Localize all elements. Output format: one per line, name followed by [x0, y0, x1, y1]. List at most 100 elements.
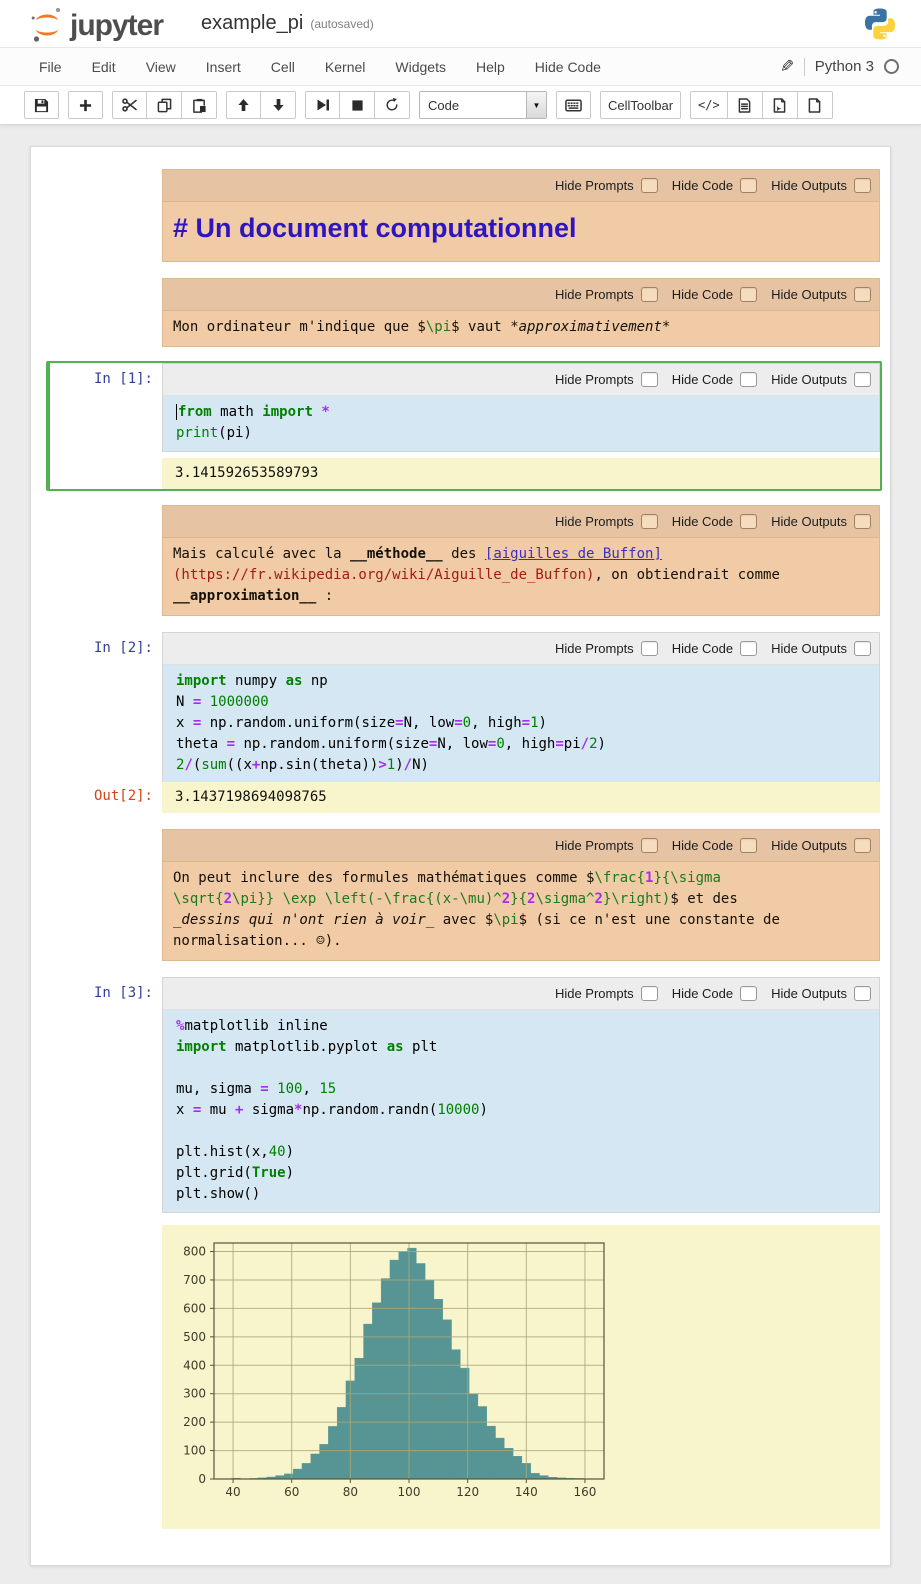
- markdown-source[interactable]: # Un document computationnel: [163, 202, 879, 261]
- copy-cell-button[interactable]: [147, 91, 182, 119]
- keyboard-icon: [565, 99, 582, 112]
- hide-prompts-label: Hide Prompts: [555, 641, 634, 656]
- interrupt-kernel-button[interactable]: [340, 91, 375, 119]
- autosave-status: (autosaved): [310, 17, 373, 31]
- notebook-title[interactable]: example_pi: [201, 12, 303, 35]
- export-pdf-button[interactable]: [763, 91, 798, 119]
- hide-outputs-checkbox[interactable]: [854, 838, 871, 853]
- prompt-empty: [50, 829, 162, 961]
- hide-prompts-checkbox[interactable]: [641, 514, 658, 529]
- new-document-button[interactable]: [798, 91, 833, 119]
- prompt-empty: [50, 169, 162, 262]
- hide-outputs-checkbox[interactable]: [854, 514, 871, 529]
- hide-prompts-checkbox[interactable]: [641, 838, 658, 853]
- code-editor[interactable]: %matplotlib inlineimport matplotlib.pypl…: [163, 1010, 879, 1212]
- hide-outputs-checkbox[interactable]: [854, 178, 871, 193]
- markdown-cell-heading[interactable]: Hide Prompts Hide Code Hide Outputs # Un…: [46, 167, 882, 264]
- output-row-3: 0100200300400500600700800406080100120140…: [46, 1223, 882, 1531]
- hide-prompts-checkbox[interactable]: [641, 641, 658, 656]
- hide-outputs-checkbox[interactable]: [854, 641, 871, 656]
- menu-view[interactable]: View: [131, 50, 191, 84]
- hide-code-checkbox[interactable]: [740, 287, 757, 302]
- markdown-source[interactable]: On peut inclure des formules mathématiqu…: [163, 862, 879, 960]
- jupyter-logo-icon: [30, 5, 64, 43]
- document-blank-icon: [808, 98, 821, 113]
- menu-kernel[interactable]: Kernel: [310, 50, 380, 84]
- cell-toolbar: Hide Prompts Hide Code Hide Outputs: [163, 279, 879, 311]
- hide-code-checkbox[interactable]: [740, 986, 757, 1001]
- menu-help[interactable]: Help: [461, 50, 520, 84]
- svg-text:60: 60: [284, 1485, 299, 1499]
- cell-toolbar: Hide Prompts Hide Code Hide Outputs: [163, 978, 879, 1010]
- svg-text:120: 120: [456, 1485, 479, 1499]
- svg-text:400: 400: [183, 1358, 206, 1372]
- menu-hide-code[interactable]: Hide Code: [520, 50, 616, 84]
- save-button[interactable]: [24, 91, 59, 119]
- move-cell-down-button[interactable]: [261, 91, 296, 119]
- code-cell-1[interactable]: In [1]: Hide Prompts Hide Code Hide Outp…: [46, 361, 882, 491]
- command-palette-button[interactable]: [556, 91, 591, 119]
- hide-prompts-checkbox[interactable]: [641, 178, 658, 193]
- markdown-cell-formulas[interactable]: Hide Prompts Hide Code Hide Outputs On p…: [46, 827, 882, 963]
- cell-toolbar: Hide Prompts Hide Code Hide Outputs: [163, 830, 879, 862]
- hide-code-checkbox[interactable]: [740, 514, 757, 529]
- markdown-source[interactable]: Mais calculé avec la __méthode__ des [ai…: [163, 538, 879, 615]
- notebook-container: Hide Prompts Hide Code Hide Outputs # Un…: [30, 146, 891, 1566]
- output-row-2: Out[2]: 3.1437198694098765: [46, 780, 882, 815]
- paste-cell-button[interactable]: [182, 91, 217, 119]
- markdown-source[interactable]: Mon ordinateur m'indique que $\pi$ vaut …: [163, 311, 879, 346]
- code-cell-3[interactable]: In [3]: Hide Prompts Hide Code Hide Outp…: [46, 975, 882, 1215]
- arrow-up-icon: [237, 98, 250, 112]
- cell-type-select[interactable]: Code ▼: [419, 91, 547, 119]
- menu-widgets[interactable]: Widgets: [380, 50, 461, 84]
- menu-edit[interactable]: Edit: [77, 50, 131, 84]
- menu-file[interactable]: File: [24, 50, 77, 84]
- svg-text:300: 300: [183, 1387, 206, 1401]
- jupyter-logo[interactable]: jupyter: [30, 5, 163, 43]
- hide-code-label: Hide Code: [672, 986, 733, 1001]
- svg-text:800: 800: [183, 1245, 206, 1259]
- code-icon: </>: [698, 98, 720, 112]
- step-forward-icon: [316, 98, 330, 112]
- notebook-toolbar: Code ▼ CellToolbar </>: [0, 86, 921, 125]
- add-cell-button[interactable]: [68, 91, 103, 119]
- code-editor[interactable]: from math import *print(pi): [163, 396, 879, 451]
- hide-prompts-label: Hide Prompts: [555, 838, 634, 853]
- menu-cell[interactable]: Cell: [256, 50, 310, 84]
- code-cell-2[interactable]: In [2]: Hide Prompts Hide Code Hide Outp…: [46, 630, 882, 786]
- svg-text:0: 0: [198, 1472, 206, 1486]
- hide-prompts-label: Hide Prompts: [555, 986, 634, 1001]
- kernel-idle-icon: [884, 59, 899, 74]
- markdown-cell-buffon[interactable]: Hide Prompts Hide Code Hide Outputs Mais…: [46, 503, 882, 618]
- hide-code-checkbox[interactable]: [740, 372, 757, 387]
- hide-code-checkbox[interactable]: [740, 641, 757, 656]
- kernel-name: Python 3: [815, 58, 874, 75]
- hide-code-label: Hide Code: [672, 287, 733, 302]
- move-cell-up-button[interactable]: [226, 91, 261, 119]
- hide-code-checkbox[interactable]: [740, 838, 757, 853]
- markdown-cell-intro[interactable]: Hide Prompts Hide Code Hide Outputs Mon …: [46, 276, 882, 349]
- export-html-button[interactable]: [728, 91, 763, 119]
- svg-text:100: 100: [398, 1485, 421, 1499]
- run-cell-button[interactable]: [305, 91, 340, 119]
- floppy-icon: [34, 98, 49, 113]
- hide-prompts-checkbox[interactable]: [641, 986, 658, 1001]
- celltoolbar-button[interactable]: CellToolbar: [600, 91, 681, 119]
- svg-text:80: 80: [343, 1485, 358, 1499]
- hide-outputs-label: Hide Outputs: [771, 287, 847, 302]
- hide-outputs-label: Hide Outputs: [771, 514, 847, 529]
- cell-toolbar: Hide Prompts Hide Code Hide Outputs: [163, 633, 879, 665]
- hide-prompts-checkbox[interactable]: [641, 287, 658, 302]
- toggle-code-button[interactable]: </>: [690, 91, 728, 119]
- document-lines-icon: [738, 98, 751, 113]
- menu-insert[interactable]: Insert: [191, 50, 256, 84]
- hide-code-checkbox[interactable]: [740, 178, 757, 193]
- code-editor[interactable]: import numpy as npN = 1000000x = np.rand…: [163, 665, 879, 783]
- hide-outputs-checkbox[interactable]: [854, 372, 871, 387]
- cut-cell-button[interactable]: [112, 91, 147, 119]
- hide-prompts-checkbox[interactable]: [641, 372, 658, 387]
- restart-kernel-button[interactable]: [375, 91, 410, 119]
- hide-outputs-checkbox[interactable]: [854, 287, 871, 302]
- prompt-empty: [50, 505, 162, 616]
- hide-outputs-checkbox[interactable]: [854, 986, 871, 1001]
